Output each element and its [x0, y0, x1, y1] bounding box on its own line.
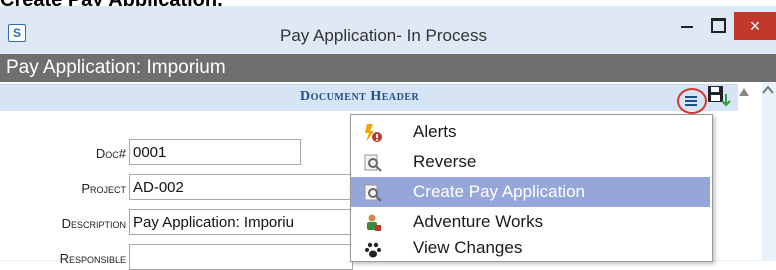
- menu-item-alerts[interactable]: Alerts: [351, 117, 710, 147]
- actions-menu: Alerts Reverse Create Pay Application Ad…: [350, 114, 713, 262]
- description-label: Description: [61, 216, 126, 231]
- project-label: Project: [81, 181, 126, 196]
- maximize-button[interactable]: [703, 12, 733, 40]
- menu-button[interactable]: [677, 88, 707, 114]
- alert-icon: [363, 123, 383, 143]
- menu-item-label: Adventure Works: [413, 212, 544, 231]
- maximize-icon: [711, 18, 726, 33]
- scroll-up-icon[interactable]: [760, 82, 776, 98]
- menu-item-label: Alerts: [413, 122, 457, 141]
- menu-item-create-pay-application[interactable]: Create Pay Application: [351, 177, 710, 207]
- adventure-works-icon: [363, 213, 383, 233]
- menu-item-view-changes[interactable]: View Changes: [351, 233, 710, 263]
- section-title: Document Header: [300, 89, 420, 104]
- menu-item-label: Reverse: [413, 152, 477, 171]
- reverse-icon: [363, 153, 383, 173]
- collapse-up-icon[interactable]: [736, 84, 752, 100]
- window-title: Pay Application- In Process: [280, 26, 487, 45]
- app-icon: S: [8, 24, 26, 42]
- view-changes-icon: [363, 239, 383, 259]
- menu-icon: [683, 93, 699, 109]
- doc-number-label: Doc#: [95, 146, 126, 161]
- menu-item-label: View Changes: [413, 238, 523, 257]
- close-button[interactable]: ×: [734, 12, 776, 40]
- description-field[interactable]: Pay Application: Imporiu: [129, 209, 353, 235]
- save-down-icon[interactable]: [706, 84, 731, 108]
- menu-item-label: Create Pay Application: [413, 182, 585, 201]
- create-pay-application-icon: [363, 183, 383, 203]
- close-icon: ×: [749, 16, 761, 36]
- doc-number-field[interactable]: 0001: [129, 139, 301, 165]
- window-titlebar: S Pay Application- In Process ×: [0, 6, 776, 54]
- minimize-button[interactable]: [673, 12, 703, 40]
- menu-item-reverse[interactable]: Reverse: [351, 147, 710, 177]
- responsible-label: Responsible: [59, 251, 126, 266]
- minimize-icon: [681, 26, 693, 28]
- project-field[interactable]: AD-002: [129, 174, 353, 200]
- responsible-field[interactable]: [129, 244, 353, 270]
- app-title: Pay Application: Imporium: [6, 57, 226, 78]
